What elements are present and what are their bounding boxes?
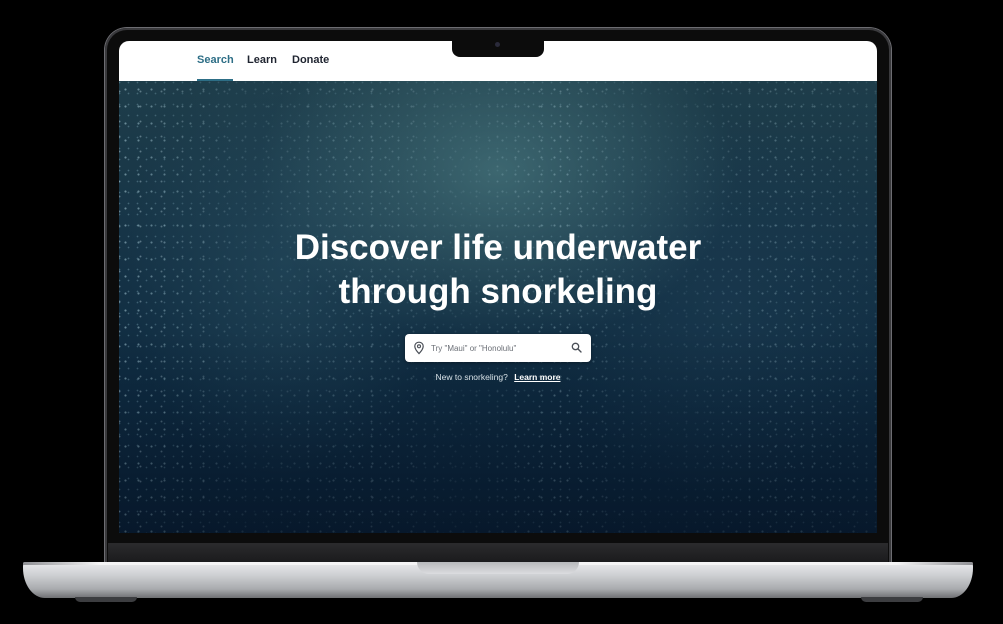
screen-bottom-bezel [108, 543, 888, 563]
laptop-foot-left [75, 597, 137, 602]
search-icon[interactable] [571, 342, 582, 353]
webcam-icon [495, 42, 500, 47]
nav-item-learn[interactable]: Learn [247, 54, 277, 66]
laptop-screen: Search Learn Donate Discover life underw… [119, 41, 877, 533]
hero-section: Discover life underwater through snorkel… [119, 81, 877, 533]
hero-headline-line-1: Discover life underwater [294, 228, 702, 267]
location-pin-icon [414, 341, 424, 355]
laptop-lid-opening-notch [417, 562, 579, 574]
laptop-mockup: Search Learn Donate Discover life underw… [0, 0, 1003, 624]
hero-headline-line-2: through snorkeling [338, 272, 658, 311]
nav-item-search[interactable]: Search [197, 54, 234, 66]
location-search-input[interactable] [431, 339, 567, 357]
hero-headline: Discover life underwater through snorkel… [119, 226, 877, 314]
learn-more-prompt: New to snorkeling? Learn more [119, 372, 877, 382]
laptop-foot-right [861, 597, 923, 602]
location-search-box[interactable] [405, 334, 591, 362]
learn-more-link[interactable]: Learn more [514, 372, 560, 382]
learn-more-prompt-text: New to snorkeling? [435, 372, 508, 382]
nav-item-donate[interactable]: Donate [292, 54, 329, 66]
